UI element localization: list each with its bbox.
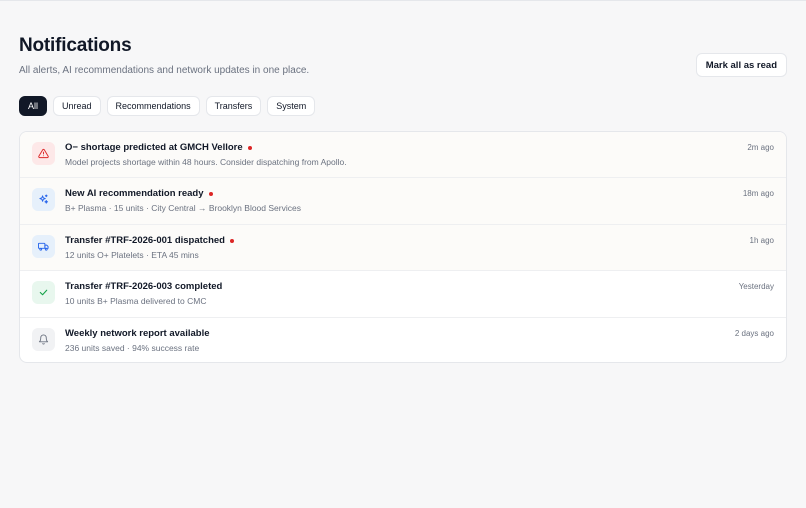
notification-description: 236 units saved · 94% success rate — [65, 342, 200, 353]
notification-title: Transfer #TRF-2026-003 completed — [65, 281, 222, 293]
notification-description: Model projects shortage within 48 hours.… — [65, 157, 347, 167]
notification-item[interactable]: Weekly network report available 236 unit… — [20, 318, 786, 362]
notification-time: 2 days ago — [734, 328, 774, 338]
sparkles-icon — [32, 188, 55, 212]
tab-recommendations[interactable]: Recommendations — [106, 96, 200, 116]
notification-item[interactable]: Transfer #TRF-2026-001 dispatched 12 uni… — [20, 224, 786, 272]
truck-icon — [32, 234, 55, 258]
notification-description: B+ Plasma · 15 units · City Central → Br… — [65, 203, 301, 214]
notification-time: 2m ago — [747, 143, 774, 152]
unread-dot — [247, 146, 252, 150]
mark-all-read-button[interactable]: Mark all as read — [695, 53, 787, 77]
page-header: Notifications All alerts, AI recommendat… — [19, 35, 309, 77]
notification-time: 1h ago — [749, 235, 774, 245]
page-subtitle: All alerts, AI recommendations and netwo… — [19, 65, 310, 76]
notification-title: Weekly network report available — [65, 328, 210, 340]
bell-icon — [32, 327, 55, 351]
notification-title-text: Weekly network report available — [65, 327, 210, 339]
notification-title-text: Transfer #TRF-2026-003 completed — [65, 281, 223, 293]
notification-list: O− shortage predicted at GMCH Vellore Mo… — [19, 131, 787, 363]
tab-unread[interactable]: Unread — [53, 96, 101, 116]
notification-title-text: New AI recommendation ready — [65, 188, 204, 200]
notification-time: Yesterday — [738, 282, 774, 292]
unread-dot — [208, 192, 213, 197]
notification-time: 18m ago — [742, 189, 774, 199]
notification-title: Transfer #TRF-2026-001 dispatched — [65, 235, 234, 247]
tab-system[interactable]: System — [267, 96, 316, 116]
tab-transfers[interactable]: Transfers — [205, 96, 262, 116]
filter-tabs: All Unread Recommendations Transfers Sys… — [19, 96, 316, 116]
alert-triangle-icon — [32, 142, 55, 165]
notification-description: 12 units O+ Platelets · ETA 45 mins — [65, 249, 199, 260]
notification-title: New AI recommendation ready — [65, 188, 213, 200]
tab-all[interactable]: All — [19, 96, 48, 116]
notification-item[interactable]: Transfer #TRF-2026-003 completed 10 unit… — [20, 271, 786, 318]
notification-item[interactable]: New AI recommendation ready B+ Plasma · … — [20, 178, 786, 225]
notification-description: 10 units B+ Plasma delivered to CMC — [65, 296, 207, 307]
unread-dot — [229, 238, 234, 243]
notification-title-text: Transfer #TRF-2026-001 dispatched — [65, 234, 225, 246]
check-icon — [32, 281, 55, 305]
notification-item[interactable]: O− shortage predicted at GMCH Vellore Mo… — [20, 132, 786, 179]
notification-title: O− shortage predicted at GMCH Vellore — [65, 142, 252, 154]
notification-title-text: O− shortage predicted at GMCH Vellore — [65, 142, 243, 153]
page-title: Notifications — [19, 35, 132, 56]
